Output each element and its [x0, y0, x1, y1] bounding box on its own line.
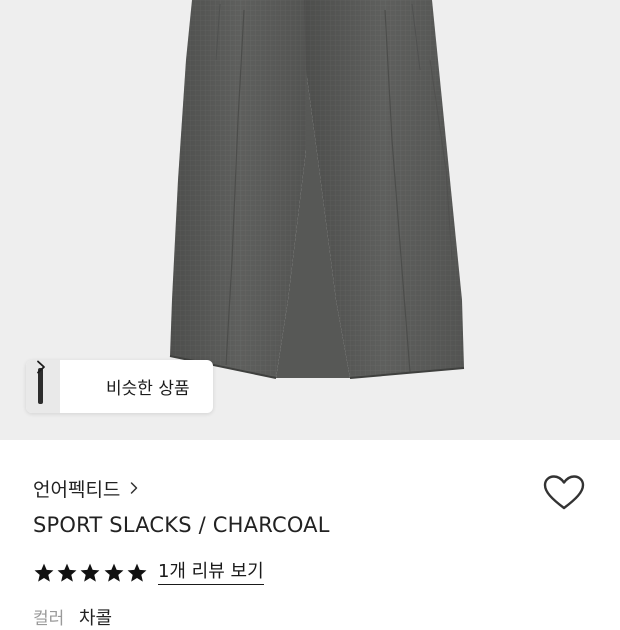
product-title: SPORT SLACKS / CHARCOAL: [33, 513, 330, 537]
color-option-row: 컬러 차콜: [33, 604, 112, 630]
color-label: 컬러: [33, 609, 65, 629]
color-value: 차콜: [79, 608, 113, 629]
heart-outline-icon[interactable]: [542, 474, 586, 512]
star-icon: [57, 563, 77, 582]
star-icon: [34, 563, 54, 582]
brand-name: 언어펙티드: [33, 478, 121, 501]
rating-stars: [33, 562, 149, 584]
similar-products-label: 비슷한 상품: [106, 379, 190, 399]
similar-products-button[interactable]: 비슷한 상품: [26, 360, 213, 413]
star-icon: [127, 563, 147, 582]
chevron-right-icon: [131, 482, 138, 494]
product-image[interactable]: 비슷한 상품: [0, 0, 620, 440]
rating-row: 1개 리뷰 보기: [33, 559, 264, 587]
star-icon: [80, 563, 100, 582]
review-link[interactable]: 1개 리뷰 보기: [157, 561, 264, 585]
star-icon: [104, 563, 124, 582]
brand-link[interactable]: 언어펙티드: [33, 474, 139, 502]
chevron-right-icon: [37, 360, 45, 374]
